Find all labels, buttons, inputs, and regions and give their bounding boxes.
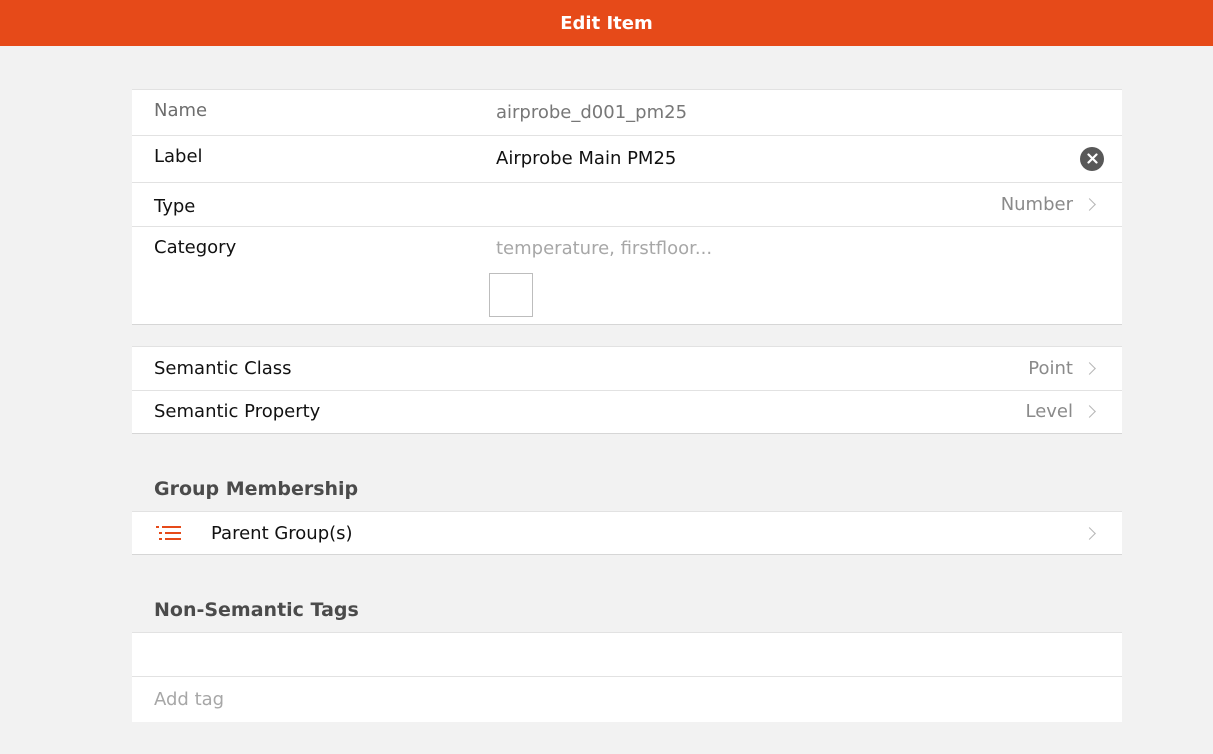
chevron-right-icon: [1083, 526, 1096, 540]
category-input[interactable]: temperature, firstfloor...: [496, 238, 1106, 259]
semantic-class-row[interactable]: Semantic Class Point: [132, 347, 1122, 390]
semantic-class-label: Semantic Class: [154, 358, 292, 379]
type-value: Number: [1000, 193, 1073, 215]
parent-groups-row[interactable]: Parent Group(s): [132, 512, 1122, 554]
close-icon: [1086, 153, 1098, 164]
semantic-property-row[interactable]: Semantic Property Level: [132, 390, 1122, 433]
name-label: Name: [154, 100, 208, 121]
name-row: Name airprobe_d001_pm25: [132, 90, 1122, 135]
label-input[interactable]: Airprobe Main PM25: [496, 148, 1080, 169]
add-tag-input[interactable]: [154, 688, 1106, 710]
category-icon-preview: [489, 273, 533, 317]
tags-card: [132, 632, 1122, 722]
label-row[interactable]: Label Airprobe Main PM25: [132, 135, 1122, 182]
chevron-right-icon: [1083, 362, 1096, 375]
clear-label-button[interactable]: [1080, 146, 1104, 171]
group-membership-card: Parent Group(s): [132, 511, 1122, 555]
list-icon: [156, 526, 181, 540]
semantic-class-value: Point: [1028, 358, 1073, 379]
add-tag-row[interactable]: [132, 676, 1122, 722]
semantics-card: Semantic Class Point Semantic Property L…: [132, 346, 1122, 434]
item-details-card: Name airprobe_d001_pm25 Label Airprobe M…: [132, 89, 1122, 325]
tags-list: [132, 633, 1122, 676]
parent-groups-label: Parent Group(s): [211, 522, 353, 544]
type-row[interactable]: Type Number: [132, 182, 1122, 226]
navbar: Edit Item: [0, 0, 1213, 46]
chevron-right-icon: [1083, 197, 1096, 211]
chevron-right-icon: [1083, 405, 1096, 418]
label-label: Label: [154, 146, 203, 167]
type-label: Type: [154, 195, 196, 217]
non-semantic-tags-header: Non-Semantic Tags: [154, 599, 359, 621]
category-label: Category: [154, 237, 237, 258]
semantic-property-label: Semantic Property: [154, 401, 321, 422]
category-row: Category temperature, firstfloor...: [132, 226, 1122, 324]
name-value: airprobe_d001_pm25: [496, 102, 688, 123]
page-title: Edit Item: [560, 12, 653, 34]
group-membership-header: Group Membership: [154, 478, 359, 500]
semantic-property-value: Level: [1025, 401, 1073, 422]
